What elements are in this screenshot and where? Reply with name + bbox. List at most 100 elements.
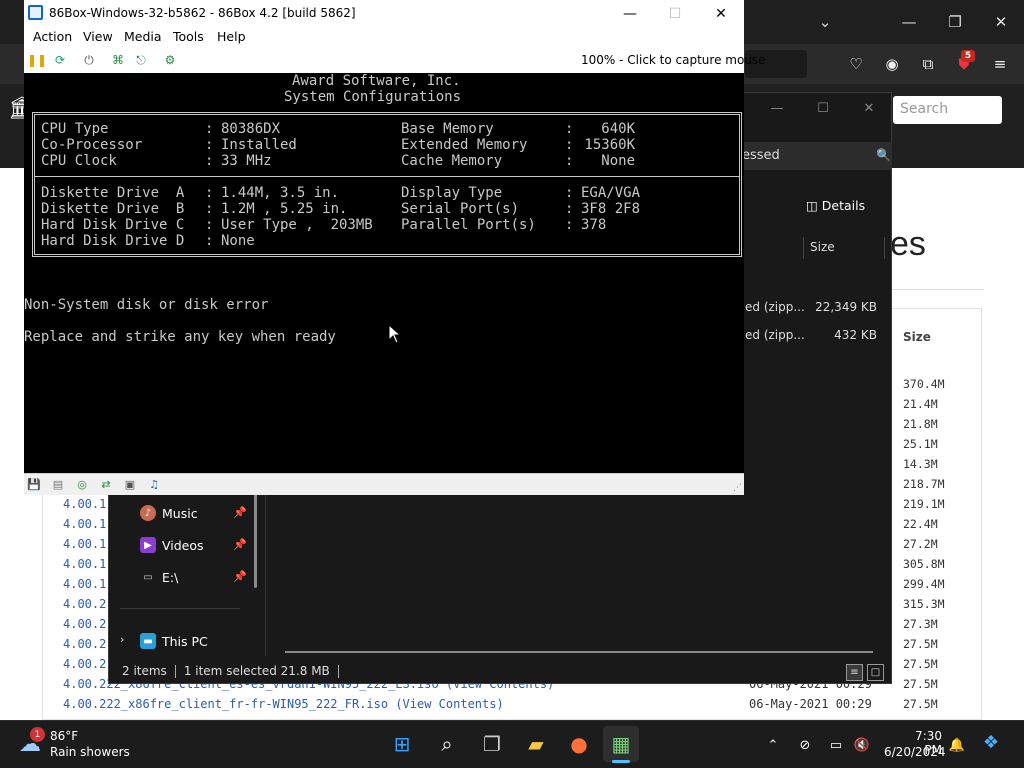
site-search-input[interactable]: Search [893, 96, 1002, 124]
cdrom-icon[interactable]: ▣ [122, 476, 138, 492]
pin-icon[interactable]: 📌 [233, 538, 247, 551]
horizontal-scrollbar[interactable] [285, 651, 873, 653]
nav-label: Videos [162, 537, 204, 553]
videos-icon: ▶ [140, 537, 156, 553]
column-header-size[interactable]: Size [810, 240, 835, 254]
search-icon[interactable]: ⌕ [429, 726, 465, 762]
details-pane-button[interactable]: ◫ Details [806, 198, 865, 213]
firefox-icon[interactable]: ● [561, 726, 597, 762]
file-explorer-icon[interactable]: ▰ [518, 726, 554, 762]
minimize-icon[interactable]: — [886, 0, 932, 44]
resize-grip-icon[interactable]: ⋰ [733, 483, 742, 493]
listing-file-link[interactable]: 4.00.222_x86fre_client_fr-fr-WIN95_222_F… [63, 697, 504, 711]
start-icon[interactable]: ⊞ [384, 726, 420, 762]
file-size-cell[interactable]: 432 KB [815, 328, 877, 342]
search-icon[interactable]: 🔍 [876, 148, 891, 162]
copilot-icon[interactable]: ❖ [981, 732, 1001, 753]
window-title: 86Box-Windows-32-b5862 - 86Box 4.2 [buil… [49, 6, 356, 20]
bios-field-label: Base Memory [401, 121, 494, 137]
listing-file-link[interactable]: 4.00.2 [63, 617, 106, 631]
bios-field-colon: : [565, 201, 574, 217]
menu-help[interactable]: Help [217, 29, 246, 44]
pin-icon[interactable]: 📌 [233, 570, 247, 583]
bios-field-colon: : [205, 137, 214, 153]
column-divider[interactable] [884, 237, 885, 259]
tiles-view-icon[interactable]: □ [867, 664, 884, 681]
86box-taskbar-icon[interactable]: ▦ [603, 726, 639, 762]
nav-scrollbar[interactable] [254, 494, 257, 588]
clock-date[interactable]: 6/20/2024 [884, 745, 946, 759]
menu-media[interactable]: Media [124, 29, 162, 44]
menu-icon[interactable]: ≡ [988, 52, 1012, 76]
mouse-cursor-icon [388, 324, 402, 344]
display-icon[interactable]: ▭ [826, 735, 846, 755]
account-icon[interactable]: ◉ [880, 52, 904, 76]
nav-item-drive-e[interactable]: ▭ E:\ [140, 566, 178, 588]
ctrl-alt-del-icon[interactable]: ⌘ [109, 51, 127, 69]
nav-label: This PC [162, 633, 208, 649]
bios-field-label: Serial Port(s) [401, 201, 520, 217]
chevron-right-icon[interactable]: › [120, 633, 124, 646]
power-icon[interactable]: ⏻ [80, 51, 98, 69]
listing-size-cell: 370.4M [903, 377, 945, 391]
menu-tools[interactable]: Tools [173, 29, 204, 44]
86box-app-icon [28, 5, 43, 20]
pocket-icon[interactable]: ♡ [844, 52, 868, 76]
notification-bell-icon[interactable]: 🔔 [947, 735, 967, 755]
nav-item-music[interactable]: ♪ Music [140, 502, 198, 524]
bios-field-label: CPU Clock [41, 153, 117, 169]
nav-item-this-pc[interactable]: ▬ This PC [140, 630, 208, 652]
listing-file-link[interactable]: 4.00.2 [63, 597, 106, 611]
file-type-cell[interactable]: ed (zipp... [745, 300, 805, 314]
explorer-minimize-icon[interactable]: — [754, 96, 800, 120]
weather-description[interactable]: Rain showers [50, 745, 130, 759]
reset-icon[interactable]: ⟳ [51, 51, 69, 69]
minimize-icon[interactable]: — [607, 1, 653, 26]
listing-file-link[interactable]: 4.00.1 [63, 537, 106, 551]
listing-size-cell: 25.1M [903, 437, 938, 451]
floppy-drive-a-icon[interactable]: 💾 [26, 476, 42, 492]
extensions-icon[interactable]: ⧉ [916, 52, 940, 76]
network-disconnected-icon[interactable]: ⊘ [795, 735, 815, 755]
listing-file-link[interactable]: 4.00.1 [63, 517, 106, 531]
chevron-up-icon[interactable]: ⌃ [763, 735, 783, 755]
listing-file-link[interactable]: 4.00.2 [63, 637, 106, 651]
selection-size: 21.8 MB [280, 664, 330, 678]
close-icon[interactable]: ✕ [978, 0, 1024, 44]
explorer-search-input[interactable]: essed [740, 142, 892, 170]
explorer-close-icon[interactable]: ✕ [846, 96, 892, 120]
explorer-maximize-icon[interactable]: ☐ [800, 96, 846, 120]
pause-icon[interactable]: ❚❚ [27, 51, 47, 69]
weather-temperature[interactable]: 86°F [50, 729, 78, 743]
column-divider[interactable] [803, 237, 804, 259]
file-type-cell[interactable]: ed (zipp... [745, 328, 805, 342]
listing-size-cell: 315.3M [903, 597, 945, 611]
hard-disk-icon[interactable]: ◎ [74, 476, 90, 492]
music-icon: ♪ [140, 505, 156, 521]
tab-list-icon[interactable]: ⌄ [802, 0, 848, 44]
ctrl-alt-esc-icon[interactable]: ⎋ [132, 51, 150, 69]
listing-file-link[interactable]: 4.00.1 [63, 557, 106, 571]
nav-item-videos[interactable]: ▶ Videos [140, 534, 204, 556]
details-view-icon[interactable]: ≡ [846, 664, 863, 681]
network-icon[interactable]: ⇄ [98, 476, 114, 492]
restore-icon[interactable]: ❐ [932, 0, 978, 44]
pin-icon[interactable]: 📌 [233, 506, 247, 519]
capture-status[interactable]: 100% - Click to capture mouse [581, 53, 766, 67]
listing-file-link[interactable]: 4.00.1 [63, 577, 106, 591]
view-switcher: ≡ □ [846, 664, 884, 681]
menu-action[interactable]: Action [33, 29, 72, 44]
floppy-drive-b-icon[interactable]: ▤ [50, 476, 66, 492]
close-icon[interactable]: ✕ [698, 1, 744, 26]
listing-file-link[interactable]: 4.00.1 [63, 497, 106, 511]
file-size-cell[interactable]: 22,349 KB [815, 300, 877, 314]
listing-size-header: Size [903, 330, 931, 344]
bios-field-value: 80386DX [221, 121, 281, 137]
sound-icon[interactable]: ♫ [146, 476, 162, 492]
listing-file-link[interactable]: 4.00.2 [63, 657, 106, 671]
menu-view[interactable]: View [83, 29, 113, 44]
pane-divider[interactable] [265, 494, 266, 656]
settings-icon[interactable]: ⚙ [161, 51, 179, 69]
speaker-muted-icon[interactable]: 🔇 [852, 735, 872, 755]
task-view-icon[interactable]: ❐ [474, 726, 510, 762]
